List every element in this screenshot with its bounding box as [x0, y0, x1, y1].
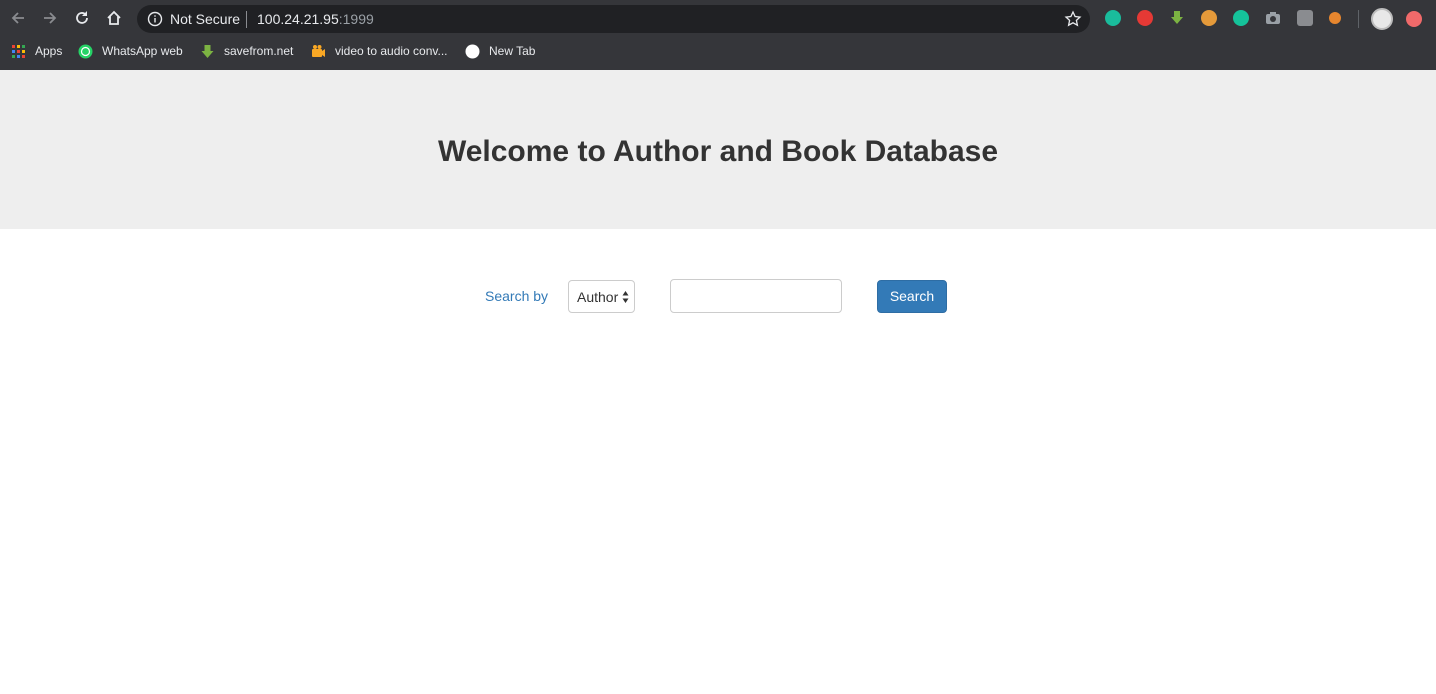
- search-by-label: Search by: [485, 288, 549, 304]
- security-status[interactable]: Not Secure: [170, 11, 240, 27]
- home-button[interactable]: [103, 7, 125, 29]
- bookmark-label: video to audio conv...: [335, 44, 448, 58]
- apps-grid-icon: [12, 44, 25, 58]
- s-extension-icon[interactable]: [1297, 10, 1313, 26]
- bookmark-savefrom[interactable]: savefrom.net: [200, 43, 293, 59]
- url-host: 100.24.21.95: [257, 11, 339, 27]
- bookmark-apps[interactable]: Apps: [11, 43, 62, 59]
- address-bar[interactable]: Not Secure 100.24.21.95:1999: [137, 5, 1090, 33]
- camera-extension-icon[interactable]: [1265, 10, 1281, 26]
- info-icon[interactable]: [147, 11, 163, 27]
- page-content: Welcome to Author and Book Database Sear…: [0, 70, 1436, 694]
- toolbar-separator: [1358, 10, 1359, 28]
- camera-icon: [312, 44, 325, 57]
- download-arrow-icon: [201, 44, 214, 58]
- page-title: Welcome to Author and Book Database: [437, 135, 999, 168]
- reload-icon: [76, 11, 88, 24]
- grammarly-extension-icon[interactable]: [1233, 10, 1249, 26]
- download-extension-icon[interactable]: [1169, 10, 1185, 26]
- bookmark-star-icon[interactable]: [1064, 10, 1082, 28]
- home-icon: [107, 10, 121, 25]
- back-arrow-icon: [11, 12, 24, 24]
- forward-button[interactable]: [39, 7, 61, 29]
- browser-toolbar: Not Secure 100.24.21.95:1999: [0, 0, 1436, 37]
- browser-chrome: Not Secure 100.24.21.95:1999 Apps WhatsA…: [0, 0, 1436, 70]
- whatsapp-icon: [78, 44, 93, 58]
- bookmark-new-tab[interactable]: New Tab: [465, 43, 535, 59]
- orange-extension-icon[interactable]: [1329, 12, 1341, 24]
- url-text[interactable]: 100.24.21.95:1999: [257, 11, 374, 27]
- globe-icon: [465, 44, 480, 58]
- forward-arrow-icon: [44, 12, 57, 24]
- bookmark-label: New Tab: [489, 44, 536, 58]
- search-type-select[interactable]: Author: [568, 280, 635, 313]
- mention-extension-icon[interactable]: [1105, 10, 1121, 26]
- address-divider: [246, 11, 247, 28]
- cookie-extension-icon[interactable]: [1201, 10, 1217, 26]
- stop-hand-extension-icon[interactable]: [1137, 10, 1153, 26]
- reload-button[interactable]: [71, 7, 93, 29]
- update-badge-icon[interactable]: [1406, 11, 1422, 27]
- bookmark-label: WhatsApp web: [102, 44, 183, 58]
- bookmark-label: savefrom.net: [224, 44, 294, 58]
- search-type-value: Author: [577, 289, 619, 305]
- bookmark-video-to-audio[interactable]: video to audio conv...: [311, 43, 448, 59]
- bookmarks-bar: Apps WhatsApp web savefrom.net video to …: [0, 37, 1436, 65]
- jumbotron: Welcome to Author and Book Database: [0, 70, 1436, 229]
- bookmark-whatsapp[interactable]: WhatsApp web: [78, 43, 183, 59]
- profile-avatar[interactable]: [1371, 8, 1393, 30]
- url-port: :1999: [338, 11, 374, 27]
- search-input[interactable]: [670, 279, 842, 313]
- back-button[interactable]: [7, 7, 29, 29]
- select-arrows-icon: [622, 291, 629, 303]
- search-button[interactable]: Search: [877, 280, 947, 313]
- bookmark-label: Apps: [35, 44, 63, 58]
